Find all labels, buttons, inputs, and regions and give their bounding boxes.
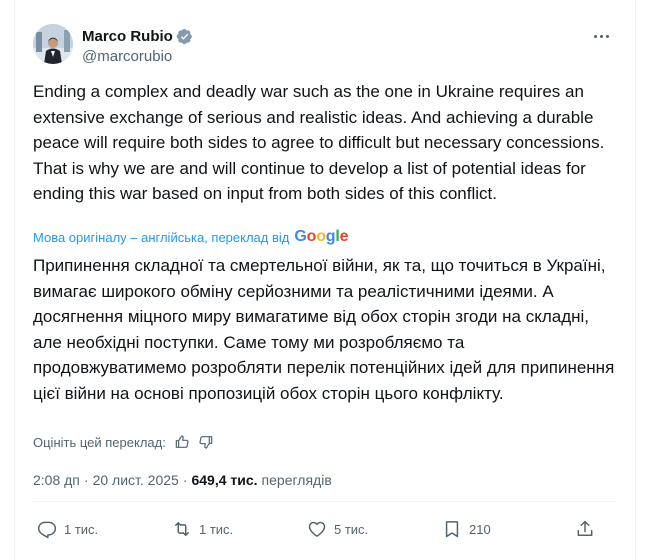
tweet-meta: 2:08 дп · 20 лист. 2025 · 649,4 тис. пер… — [33, 470, 332, 490]
google-logo: Google — [294, 228, 349, 245]
author-avatar[interactable] — [33, 24, 73, 64]
rate-translation: Оцініть цей переклад: — [33, 432, 214, 452]
translation-attribution[interactable]: Мова оригіналу – англійська, переклад ві… — [33, 227, 349, 247]
thumbs-up-icon[interactable] — [174, 434, 190, 450]
tweet-header: Marco Rubio @marcorubio — [33, 24, 613, 68]
translation-label: Мова оригіналу – англійська, переклад ві… — [33, 229, 290, 245]
meta-separator: · — [182, 472, 188, 488]
share-button[interactable] — [575, 519, 595, 539]
reply-icon — [37, 521, 57, 539]
thumbs-down-icon[interactable] — [198, 434, 214, 450]
bookmark-count: 210 — [469, 521, 491, 537]
views-label: переглядів — [261, 472, 332, 488]
like-button[interactable]: 5 тис. — [307, 519, 368, 539]
author-handle[interactable]: @marcorubio — [82, 48, 193, 65]
author-display-name[interactable]: Marco Rubio — [82, 28, 173, 45]
more-options-icon[interactable] — [589, 26, 613, 46]
reply-count: 1 тис. — [64, 521, 99, 537]
tweet-date[interactable]: 20 лист. 2025 — [93, 472, 179, 488]
author-names: Marco Rubio @marcorubio — [82, 27, 193, 65]
tweet-actions: 1 тис. 1 тис. 5 тис. 210 — [33, 514, 603, 548]
divider — [33, 501, 617, 502]
repost-icon — [175, 522, 189, 536]
share-icon — [577, 520, 593, 536]
tweet-text: Ending a complex and deadly war such as … — [33, 82, 605, 203]
repost-button[interactable]: 1 тис. — [172, 519, 233, 539]
like-count: 5 тис. — [334, 521, 369, 537]
meta-separator: · — [83, 472, 89, 488]
bookmark-button[interactable]: 210 — [442, 519, 491, 539]
display-name-row: Marco Rubio — [82, 27, 193, 46]
tweet-time[interactable]: 2:08 дп — [33, 472, 80, 488]
views-count[interactable]: 649,4 тис. — [191, 472, 257, 488]
avatar-image — [33, 24, 73, 64]
translated-text: Припинення складної та смертельної війни… — [33, 256, 615, 403]
repost-count: 1 тис. — [199, 521, 234, 537]
heart-icon — [308, 521, 326, 537]
rate-translation-label: Оцініть цей переклад: — [33, 434, 166, 450]
verified-badge-icon[interactable] — [176, 28, 193, 45]
bookmark-icon — [445, 521, 459, 538]
reply-button[interactable]: 1 тис. — [37, 519, 98, 539]
